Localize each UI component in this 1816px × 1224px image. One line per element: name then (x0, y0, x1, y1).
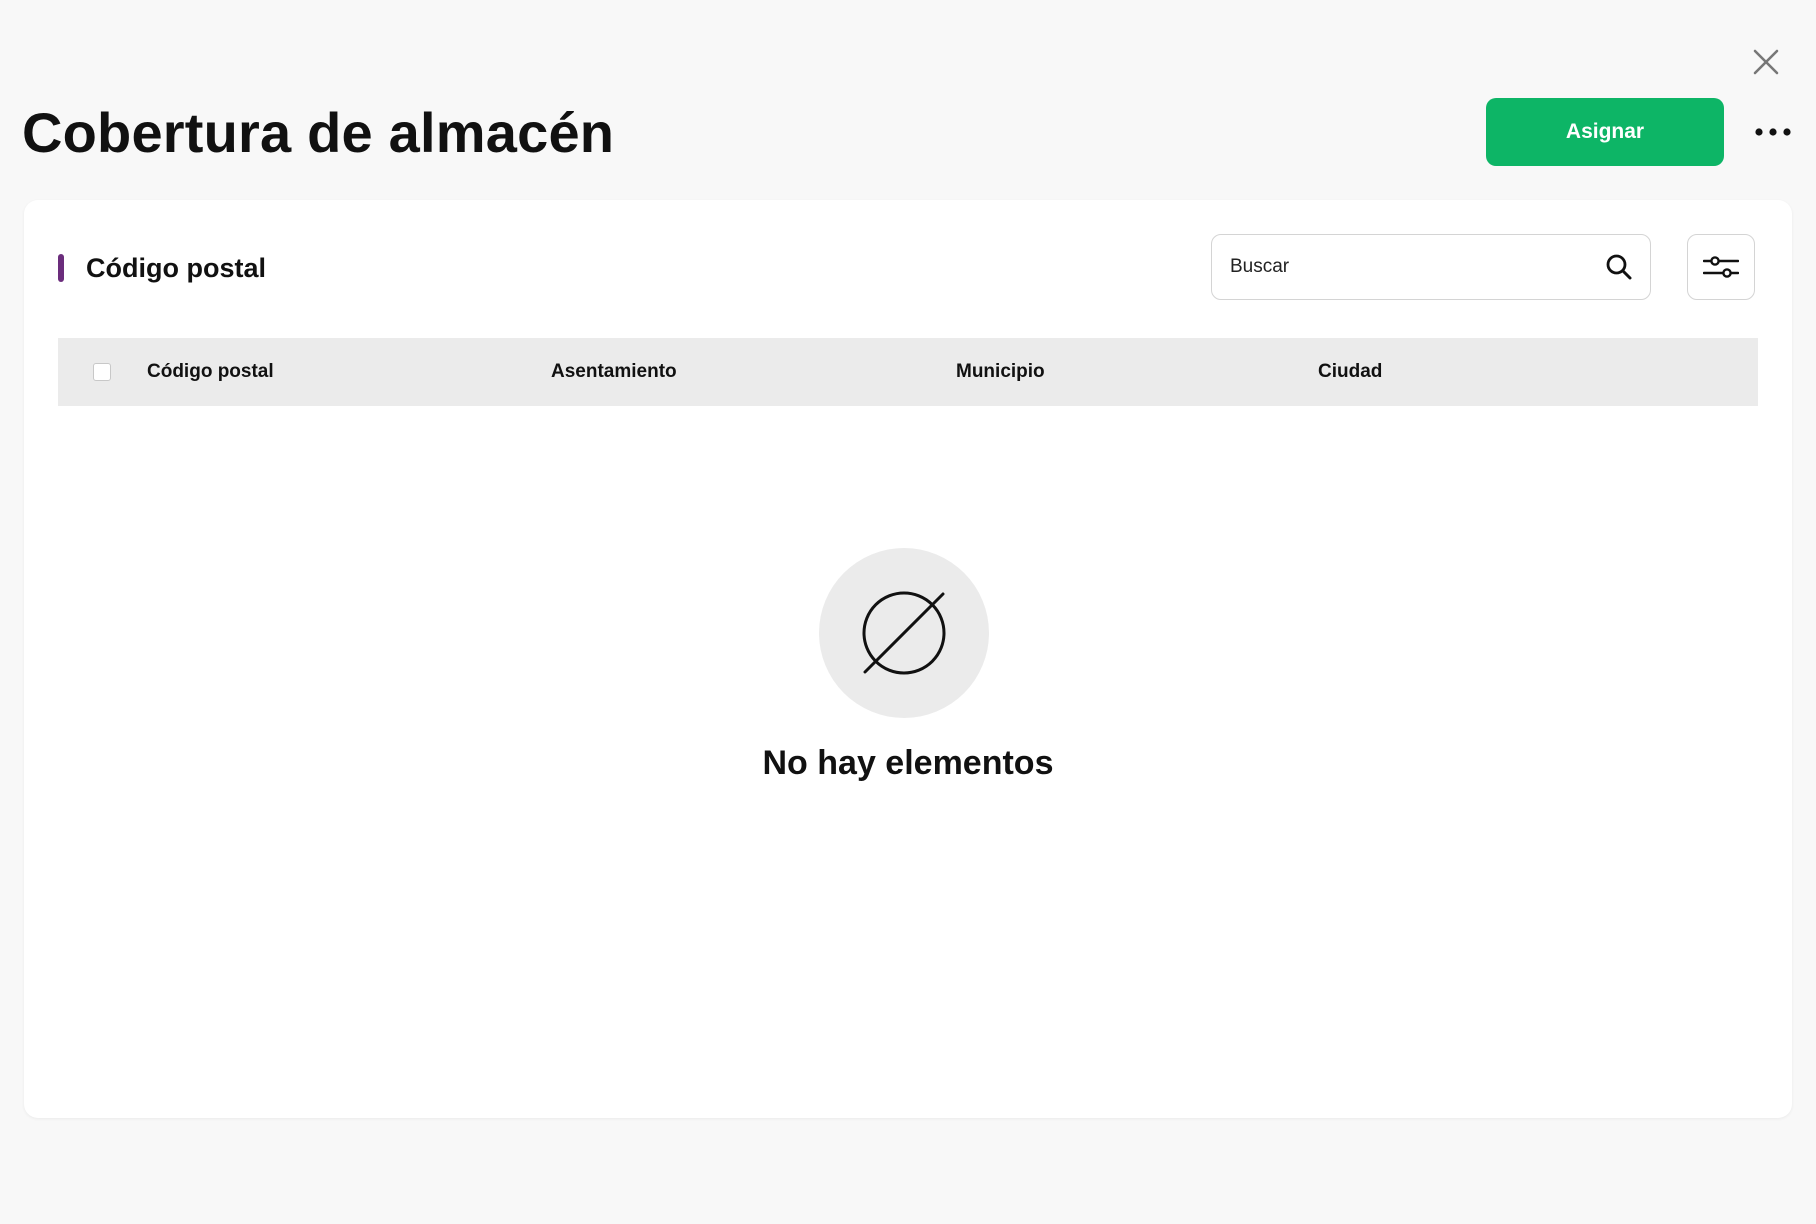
empty-set-icon (862, 591, 946, 675)
warehouse-coverage-modal: Cobertura de almacén Asignar Código post… (0, 0, 1816, 1224)
section-title: Código postal (86, 252, 266, 283)
empty-state: No hay elementos (24, 548, 1792, 783)
search-input[interactable] (1228, 255, 1604, 279)
coverage-card: Código postal Código postal Asentamie (24, 200, 1792, 1118)
empty-state-circle (819, 548, 989, 718)
column-header-municipality[interactable]: Municipio (956, 362, 1045, 382)
more-options-button[interactable] (1752, 110, 1796, 154)
select-all-checkbox[interactable] (93, 363, 111, 381)
search-box (1211, 234, 1651, 300)
section-header: Código postal (58, 252, 266, 284)
section-accent-bar (58, 254, 64, 282)
filter-button[interactable] (1687, 234, 1755, 300)
column-header-city[interactable]: Ciudad (1318, 362, 1382, 382)
column-header-settlement[interactable]: Asentamiento (551, 362, 677, 382)
sliders-icon (1703, 256, 1739, 278)
close-icon (1753, 49, 1779, 75)
empty-state-message: No hay elementos (762, 744, 1054, 782)
page-title: Cobertura de almacén (22, 101, 615, 164)
column-header-postal-code[interactable]: Código postal (147, 362, 274, 382)
assign-button[interactable]: Asignar (1486, 98, 1724, 166)
close-button[interactable] (1748, 44, 1784, 80)
more-horizontal-icon (1755, 128, 1791, 136)
table-header: Código postal Asentamiento Municipio Ciu… (58, 338, 1758, 406)
search-icon[interactable] (1604, 252, 1634, 282)
